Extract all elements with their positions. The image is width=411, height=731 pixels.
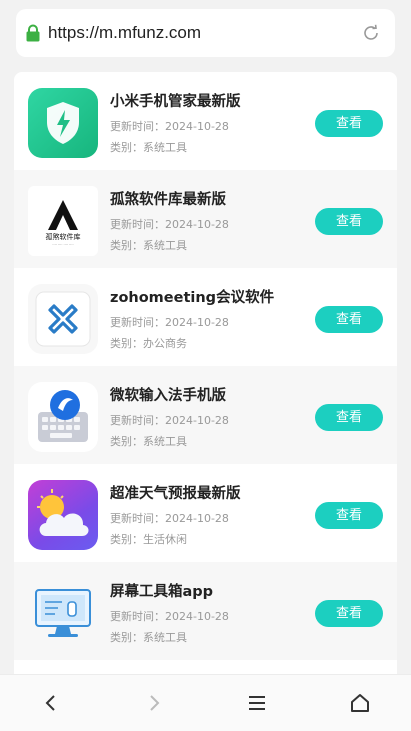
menu-button[interactable] <box>227 683 287 723</box>
view-button[interactable]: 查看 <box>315 600 383 627</box>
app-library-logo-icon: 孤煞软件库 ···· ···· ···· ···· <box>28 186 98 256</box>
list-item[interactable]: 超准天气预报最新版 更新时间：2024-10-28 类别：生活休闲 查看 <box>14 464 397 562</box>
svg-text:···· ···· ···· ····: ···· ···· ···· ···· <box>52 243 73 247</box>
app-title: 小米手机管家最新版 <box>110 94 241 110</box>
app-category: 类别：办公商务 <box>110 337 187 350</box>
view-button[interactable]: 查看 <box>315 306 383 333</box>
address-bar[interactable]: https://m.mfunz.com <box>16 9 395 57</box>
app-updated: 更新时间：2024-10-28 <box>110 512 229 525</box>
back-arrow-icon <box>45 695 56 711</box>
app-title: 孤煞软件库最新版 <box>110 192 226 208</box>
app-updated: 更新时间：2024-10-28 <box>110 316 229 329</box>
lock-icon <box>26 24 40 42</box>
security-shield-icon <box>28 88 98 158</box>
bottom-nav <box>0 674 411 731</box>
view-button[interactable]: 查看 <box>315 404 383 431</box>
app-title: zohomeeting会议软件 <box>110 290 275 306</box>
home-button[interactable] <box>330 683 390 723</box>
view-button[interactable]: 查看 <box>315 502 383 529</box>
view-button[interactable]: 查看 <box>315 110 383 137</box>
list-item[interactable]: zohomeeting会议软件 更新时间：2024-10-28 类别：办公商务 … <box>14 268 397 366</box>
screen-tool-icon <box>28 578 98 648</box>
weather-icon <box>28 480 98 550</box>
app-updated: 更新时间：2024-10-28 <box>110 120 229 133</box>
app-category: 类别：系统工具 <box>110 631 187 644</box>
reload-icon[interactable] <box>361 23 381 43</box>
view-button[interactable]: 查看 <box>315 208 383 235</box>
app-updated: 更新时间：2024-10-28 <box>110 218 229 231</box>
browser-toolbar: https://m.mfunz.com <box>0 0 411 66</box>
keyboard-icon <box>28 382 98 452</box>
app-updated: 更新时间：2024-10-28 <box>110 414 229 427</box>
app-category: 类别：系统工具 <box>110 239 187 252</box>
app-list: 小米手机管家最新版 更新时间：2024-10-28 类别：系统工具 查看 孤煞软… <box>14 72 397 682</box>
app-category: 类别：生活休闲 <box>110 533 187 546</box>
forward-button[interactable] <box>124 683 184 723</box>
app-updated: 更新时间：2024-10-28 <box>110 610 229 623</box>
list-item[interactable]: 微软输入法手机版 更新时间：2024-10-28 类别：系统工具 查看 <box>14 366 397 464</box>
app-category: 类别：系统工具 <box>110 141 187 154</box>
url-text[interactable]: https://m.mfunz.com <box>48 23 361 43</box>
forward-arrow-icon <box>150 695 160 711</box>
home-icon <box>350 694 369 712</box>
app-title: 屏幕工具箱app <box>110 584 214 600</box>
app-category: 类别：系统工具 <box>110 435 187 448</box>
list-item[interactable]: 屏幕工具箱app 更新时间：2024-10-28 类别：系统工具 查看 <box>14 562 397 660</box>
logo-caption: 孤煞软件库 <box>46 232 81 241</box>
list-item[interactable]: 小米手机管家最新版 更新时间：2024-10-28 类别：系统工具 查看 <box>14 72 397 170</box>
menu-icon <box>248 696 265 710</box>
app-title: 超准天气预报最新版 <box>110 486 241 502</box>
zoho-meeting-icon <box>28 284 98 354</box>
list-item[interactable]: 孤煞软件库 ···· ···· ···· ···· 孤煞软件库最新版 更新时间：… <box>14 170 397 268</box>
app-title: 微软输入法手机版 <box>110 388 226 404</box>
back-button[interactable] <box>21 683 81 723</box>
